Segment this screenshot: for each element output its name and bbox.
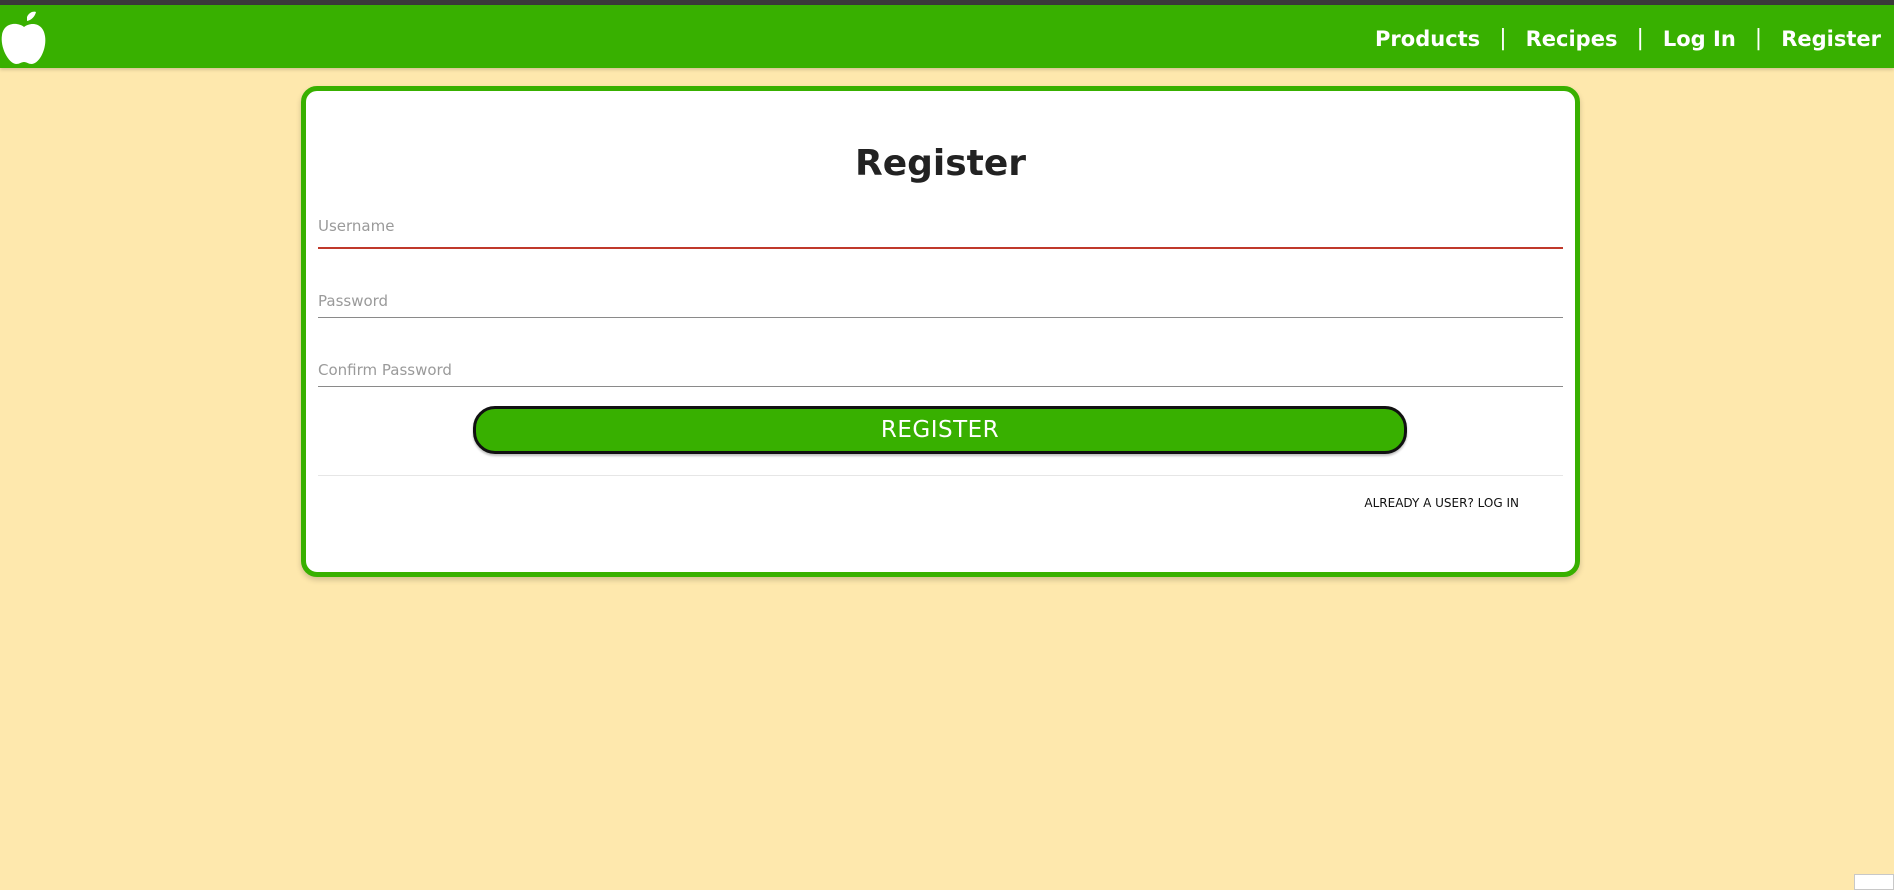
navbar: Products | Recipes | Log In | Register [0, 5, 1894, 68]
divider [318, 475, 1563, 476]
nav-separator: | [1636, 26, 1644, 51]
nav-separator: | [1754, 26, 1763, 51]
register-card: Register Username Password Confirm Passw… [301, 86, 1580, 577]
username-field[interactable]: Username [318, 215, 1563, 250]
register-button[interactable]: REGISTER [473, 406, 1407, 454]
password-field[interactable]: Password [318, 284, 1563, 319]
nav-link-recipes[interactable]: Recipes [1526, 27, 1618, 51]
nav-separator: | [1499, 26, 1507, 51]
corner-widget [1854, 874, 1894, 890]
apple-icon[interactable] [0, 11, 48, 67]
confirm-password-field[interactable]: Confirm Password [318, 353, 1563, 388]
confirm-password-underline [318, 386, 1563, 387]
nav-link-register[interactable]: Register [1781, 27, 1881, 51]
password-underline [318, 317, 1563, 318]
page-title: Register [854, 143, 1027, 184]
nav-link-login[interactable]: Log In [1663, 27, 1736, 51]
login-link[interactable]: ALREADY A USER? LOG IN [1364, 496, 1519, 510]
username-placeholder: Username [318, 217, 395, 235]
confirm-password-placeholder: Confirm Password [318, 361, 452, 379]
nav-links: Products | Recipes | Log In | Register [1375, 26, 1881, 51]
username-underline [318, 247, 1563, 249]
password-placeholder: Password [318, 292, 389, 310]
nav-link-products[interactable]: Products [1375, 27, 1480, 51]
